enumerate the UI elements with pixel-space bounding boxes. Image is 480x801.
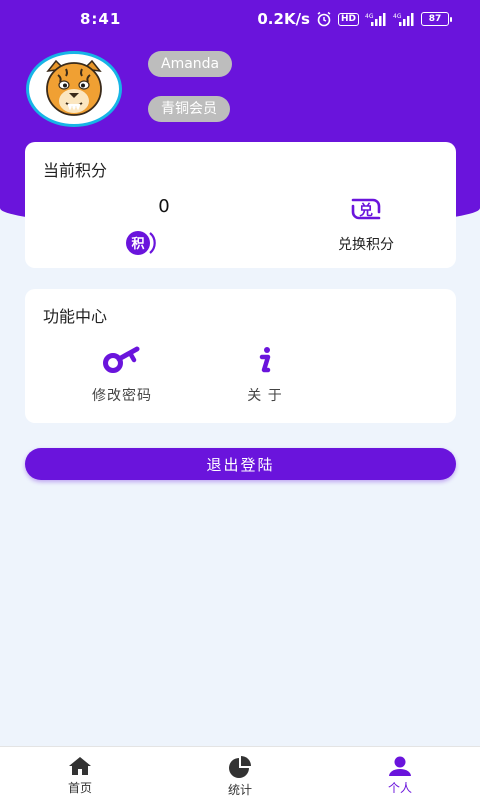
person-icon — [389, 756, 411, 776]
tab-profile[interactable]: 个人 — [320, 747, 480, 801]
svg-text:兑: 兑 — [359, 202, 373, 219]
about-button[interactable]: 关 于 — [210, 345, 320, 405]
avatar[interactable] — [26, 51, 122, 127]
hd-icon: HD — [337, 12, 359, 26]
change-password-button[interactable]: 修改密码 — [67, 345, 177, 405]
member-level-badge: 青铜会员 — [148, 96, 230, 122]
redeem-points-button[interactable]: 兑 兑换积分 — [306, 194, 426, 254]
tab-statistics-label: 统计 — [227, 783, 252, 797]
change-password-label: 修改密码 — [92, 388, 152, 404]
status-bar: 8:41 0.2K/s HD 4G 4G 87 — [0, 0, 480, 38]
pie-chart-icon — [229, 756, 251, 778]
points-card: 当前积分 0 积 兑 兑换积分 — [25, 142, 456, 268]
tab-home[interactable]: 首页 — [0, 747, 160, 801]
redeem-points-label: 兑换积分 — [338, 237, 394, 253]
tab-profile-label: 个人 — [387, 781, 412, 795]
key-icon — [103, 346, 140, 373]
points-icon-text: 积 — [131, 236, 144, 252]
svg-text:4G: 4G — [365, 13, 374, 20]
points-value: 0 — [158, 196, 170, 217]
points-icon: 积 — [122, 228, 160, 262]
bottom-tab-bar: 首页 统计 个人 — [0, 746, 480, 801]
signal-icon: 4G — [365, 12, 387, 26]
logout-button[interactable]: 退出登陆 — [25, 448, 456, 480]
tiger-avatar-icon — [46, 59, 102, 116]
function-center-card: 功能中心 修改密码 关 于 — [25, 289, 456, 423]
tab-home-label: 首页 — [67, 781, 92, 795]
signal-icon-2: 4G — [393, 12, 415, 26]
network-speed: 0.2K/s — [257, 10, 310, 28]
alarm-icon — [316, 11, 332, 27]
points-card-title: 当前积分 — [43, 161, 108, 180]
status-time: 8:41 — [80, 10, 122, 28]
username-badge: Amanda — [148, 51, 233, 77]
about-label: 关 于 — [247, 388, 283, 404]
info-icon — [259, 347, 271, 373]
battery-icon: 87 — [421, 12, 452, 26]
svg-text:4G: 4G — [393, 13, 402, 20]
tab-statistics[interactable]: 统计 — [160, 747, 320, 801]
home-icon — [69, 757, 91, 775]
function-center-title: 功能中心 — [43, 307, 108, 326]
battery-level: 87 — [421, 12, 449, 26]
redeem-icon: 兑 — [351, 198, 381, 220]
